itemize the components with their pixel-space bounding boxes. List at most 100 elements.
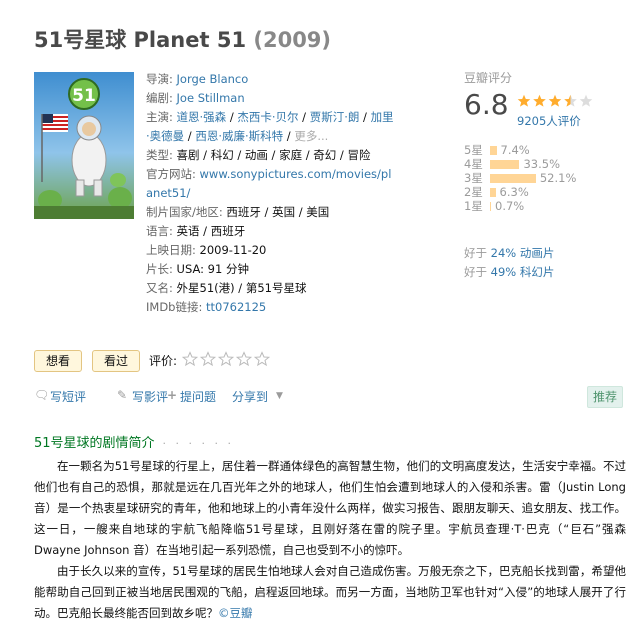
- synopsis-paragraph-text: 由于长久以来的宣传，51号星球的居民生怕地球人会对自己造成伤害。万般无奈之下，巴…: [34, 564, 626, 620]
- rating-bar: [490, 160, 520, 169]
- writer-label: 编剧:: [146, 91, 173, 105]
- genre-label: 类型:: [146, 148, 173, 162]
- recommend-button[interactable]: 推荐: [587, 386, 623, 408]
- imdb-row: IMDb链接: tt0762125: [146, 298, 396, 317]
- rating-percent: 52.1%: [539, 171, 577, 185]
- cast-link[interactable]: 西恩·威廉·斯科特: [195, 129, 283, 143]
- rating-star: [564, 94, 577, 107]
- country-label: 制片国家/地区:: [146, 205, 223, 219]
- rating-distribution-row: 4星 33.5%: [464, 157, 624, 171]
- rating-bar: [490, 146, 497, 155]
- rating-star: [533, 94, 546, 107]
- rating-star: [579, 94, 593, 107]
- rating-distribution-row: 5星 7.4%: [464, 143, 624, 157]
- rating-distribution-row: 3星 52.1%: [464, 171, 624, 185]
- cast-more-link[interactable]: 更多...: [294, 129, 328, 143]
- synopsis-dots: · · · · · ·: [162, 437, 235, 450]
- rating-level-label: 5星: [464, 143, 483, 157]
- release-value: 2009-11-20: [199, 243, 267, 257]
- rating-star: [548, 94, 562, 107]
- aka-value: 外星51(港) / 第51号星球: [176, 281, 307, 295]
- runtime-value: USA: 91 分钟: [176, 262, 249, 276]
- writer-row: 编剧: Joe Stillman: [146, 89, 396, 108]
- cast-link[interactable]: 杰西卡·贝尔: [237, 110, 298, 124]
- director-label: 导演:: [146, 72, 173, 86]
- language-label: 语言:: [146, 224, 173, 238]
- rating-bar: [490, 202, 491, 211]
- rating-level-label: 3星: [464, 171, 483, 185]
- site-label: 官方网站:: [146, 167, 196, 181]
- rating-level-label: 2星: [464, 185, 483, 199]
- rate-label: 评价:: [149, 354, 178, 368]
- better-than: 好于 24% 动画片 好于 49% 科幻片: [464, 244, 554, 282]
- rating-score: 6.8: [464, 88, 509, 121]
- rate-stars-input[interactable]: [182, 351, 274, 367]
- runtime-row: 片长: USA: 91 分钟: [146, 260, 396, 279]
- chevron-down-icon[interactable]: ▼: [276, 391, 283, 401]
- release-label: 上映日期:: [146, 243, 196, 257]
- language-row: 语言: 英语 / 西班牙: [146, 222, 396, 241]
- synopsis-paragraph: 在一颗名为51号星球的行星上，居住着一群通体绿色的高智慧生物，他们的文明高度发达…: [34, 459, 626, 557]
- pencil-icon: ✎: [117, 388, 128, 402]
- rating-distribution-row: 1星 0.7%: [464, 199, 624, 213]
- director-link[interactable]: Jorge Blanco: [177, 72, 249, 86]
- rating-distribution-row: 2星 6.3%: [464, 185, 624, 199]
- country-value: 西班牙 / 英国 / 美国: [226, 205, 330, 219]
- country-row: 制片国家/地区: 西班牙 / 英国 / 美国: [146, 203, 396, 222]
- movie-info: 导演: Jorge Blanco 编剧: Joe Stillman 主演: 道恩…: [146, 70, 396, 317]
- ask-question-link[interactable]: 提问题: [180, 388, 216, 405]
- rating-percent: 6.3%: [499, 185, 529, 199]
- genre-row: 类型: 喜剧 / 科幻 / 动画 / 家庭 / 奇幻 / 冒险: [146, 146, 396, 165]
- synopsis-title: 51号星球的剧情简介 · · · · · ·: [34, 432, 234, 451]
- rating-stars-icon: [517, 94, 593, 107]
- synopsis-source: ©豆瓣: [218, 606, 253, 620]
- action-links: 🗨 写短评 ✎ 写影评 + 提问题 分享到 ▼ 推荐: [34, 386, 626, 408]
- better-than-row: 好于 24% 动画片: [464, 244, 554, 263]
- cast-link[interactable]: 贾斯汀·朗: [310, 110, 360, 124]
- plus-icon: +: [167, 388, 178, 402]
- rating-bar: [490, 188, 496, 197]
- cast-row: 主演: 道恩·强森 / 杰西卡·贝尔 / 贾斯汀·朗 / 加里·奥德曼 / 西恩…: [146, 110, 394, 143]
- release-row: 上映日期: 2009-11-20: [146, 241, 396, 260]
- rating-bar: [490, 174, 536, 183]
- writer-link[interactable]: Joe Stillman: [177, 91, 245, 105]
- director-row: 导演: Jorge Blanco: [146, 70, 396, 89]
- language-value: 英语 / 西班牙: [176, 224, 246, 238]
- write-review-link[interactable]: 写影评: [132, 388, 168, 405]
- rating-count-link[interactable]: 9205人评价: [517, 113, 581, 129]
- cast-label: 主演:: [146, 110, 173, 124]
- cast-link[interactable]: 道恩·强森: [177, 110, 227, 124]
- better-than-row: 好于 49% 科幻片: [464, 263, 554, 282]
- runtime-label: 片长:: [146, 262, 173, 276]
- movie-title: 51号星球 Planet 51: [34, 28, 247, 52]
- rating-star: [517, 94, 531, 107]
- poster-image: 51: [34, 72, 134, 219]
- rating-level-label: 1星: [464, 199, 483, 213]
- better-than-link[interactable]: 49% 科幻片: [491, 265, 555, 279]
- svg-text:51: 51: [72, 86, 96, 106]
- want-to-watch-button[interactable]: 想看: [34, 350, 82, 372]
- rating-percent: 7.4%: [500, 143, 530, 157]
- rating-label: 豆瓣评分: [464, 71, 513, 85]
- aka-row: 又名: 外星51(港) / 第51号星球: [146, 279, 396, 298]
- page-title: 51号星球 Planet 51 (2009): [34, 24, 331, 54]
- synopsis-paragraph-2: 由于长久以来的宣传，51号星球的居民生怕地球人会对自己造成伤害。万般无奈之下，巴…: [34, 561, 626, 624]
- synopsis-body: 在一颗名为51号星球的行星上，居住着一群通体绿色的高智慧生物，他们的文明高度发达…: [34, 456, 626, 624]
- imdb-link[interactable]: tt0762125: [206, 300, 266, 314]
- synopsis-heading: 51号星球的剧情简介: [34, 436, 155, 451]
- rating-percent: 0.7%: [495, 199, 525, 213]
- rating-percent: 33.5%: [523, 157, 561, 171]
- rating-level-label: 4星: [464, 157, 483, 171]
- watched-button[interactable]: 看过: [92, 350, 140, 372]
- better-than-prefix: 好于: [464, 265, 491, 279]
- movie-poster[interactable]: 51: [34, 72, 134, 219]
- genre-value: 喜剧 / 科幻 / 动画 / 家庭 / 奇幻 / 冒险: [176, 148, 371, 162]
- movie-year: (2009): [253, 28, 332, 52]
- better-than-link[interactable]: 24% 动画片: [491, 246, 555, 260]
- better-than-prefix: 好于: [464, 246, 491, 260]
- write-short-review-link[interactable]: 写短评: [50, 388, 86, 405]
- site-row: 官方网站: www.sonypictures.com/movies/planet…: [146, 165, 396, 203]
- share-link[interactable]: 分享到: [232, 388, 268, 405]
- imdb-label: IMDb链接:: [146, 300, 203, 314]
- rating-distribution: 5星 7.4% 4星 33.5% 3星 52.1% 2星 6.3% 1星 0.7%: [464, 143, 624, 213]
